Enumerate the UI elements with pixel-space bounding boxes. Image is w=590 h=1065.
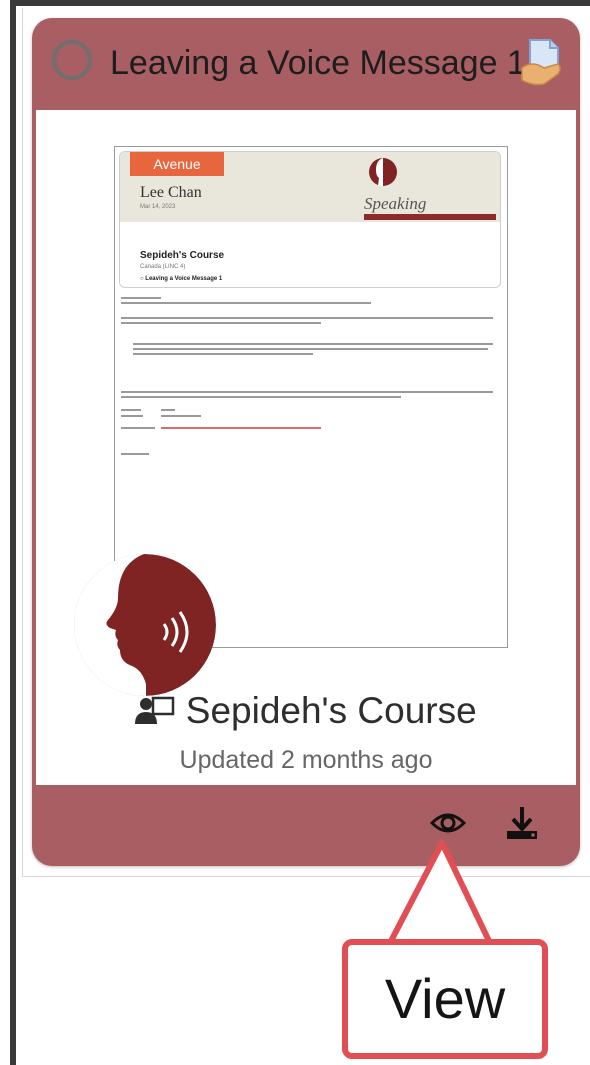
card-header: Leaving a Voice Message 1 [32,18,580,110]
window-left-border [10,0,16,1065]
view-callout: View [342,939,548,1059]
thumbnail-date: Mar 14, 2023 [140,204,176,210]
thumbnail-assignment: ○ Leaving a Voice Message 1 [140,276,223,282]
window-top-border [10,0,590,6]
document-icon [521,39,561,86]
thumbnail-skill: Speaking [364,194,427,213]
course-link[interactable]: Sepideh's Course [36,690,576,740]
completion-status-icon[interactable] [52,40,92,80]
card-title[interactable]: Leaving a Voice Message 1 [110,44,526,83]
thumbnail-course: Sepideh's Course [140,250,225,261]
thumbnail-course-sub: Canada (LINC 4) [140,264,186,270]
thumbnail-text-lines [121,297,493,455]
activity-card[interactable]: Leaving a Voice Message 1 Avenue Lee Cha… [32,18,580,866]
speaking-avatar-icon [74,554,216,696]
course-name[interactable]: Sepideh's Course [186,690,477,731]
course-icon [135,696,175,724]
thumbnail-assignment-label: Leaving a Voice Message 1 [145,276,223,282]
thumbnail-skill-bar [364,214,496,220]
updated-timestamp: Updated 2 months ago [179,746,433,774]
speaking-head-icon [369,158,397,186]
callout-arrow [387,840,493,945]
thumbnail-banner: Avenue Lee Chan Mar 14, 2023 Speaking Se… [119,151,501,288]
thumbnail-student-name: Lee Chan [140,184,202,201]
thumbnail-tab-label: Avenue [130,152,224,176]
card-body[interactable]: Avenue Lee Chan Mar 14, 2023 Speaking Se… [36,110,576,785]
